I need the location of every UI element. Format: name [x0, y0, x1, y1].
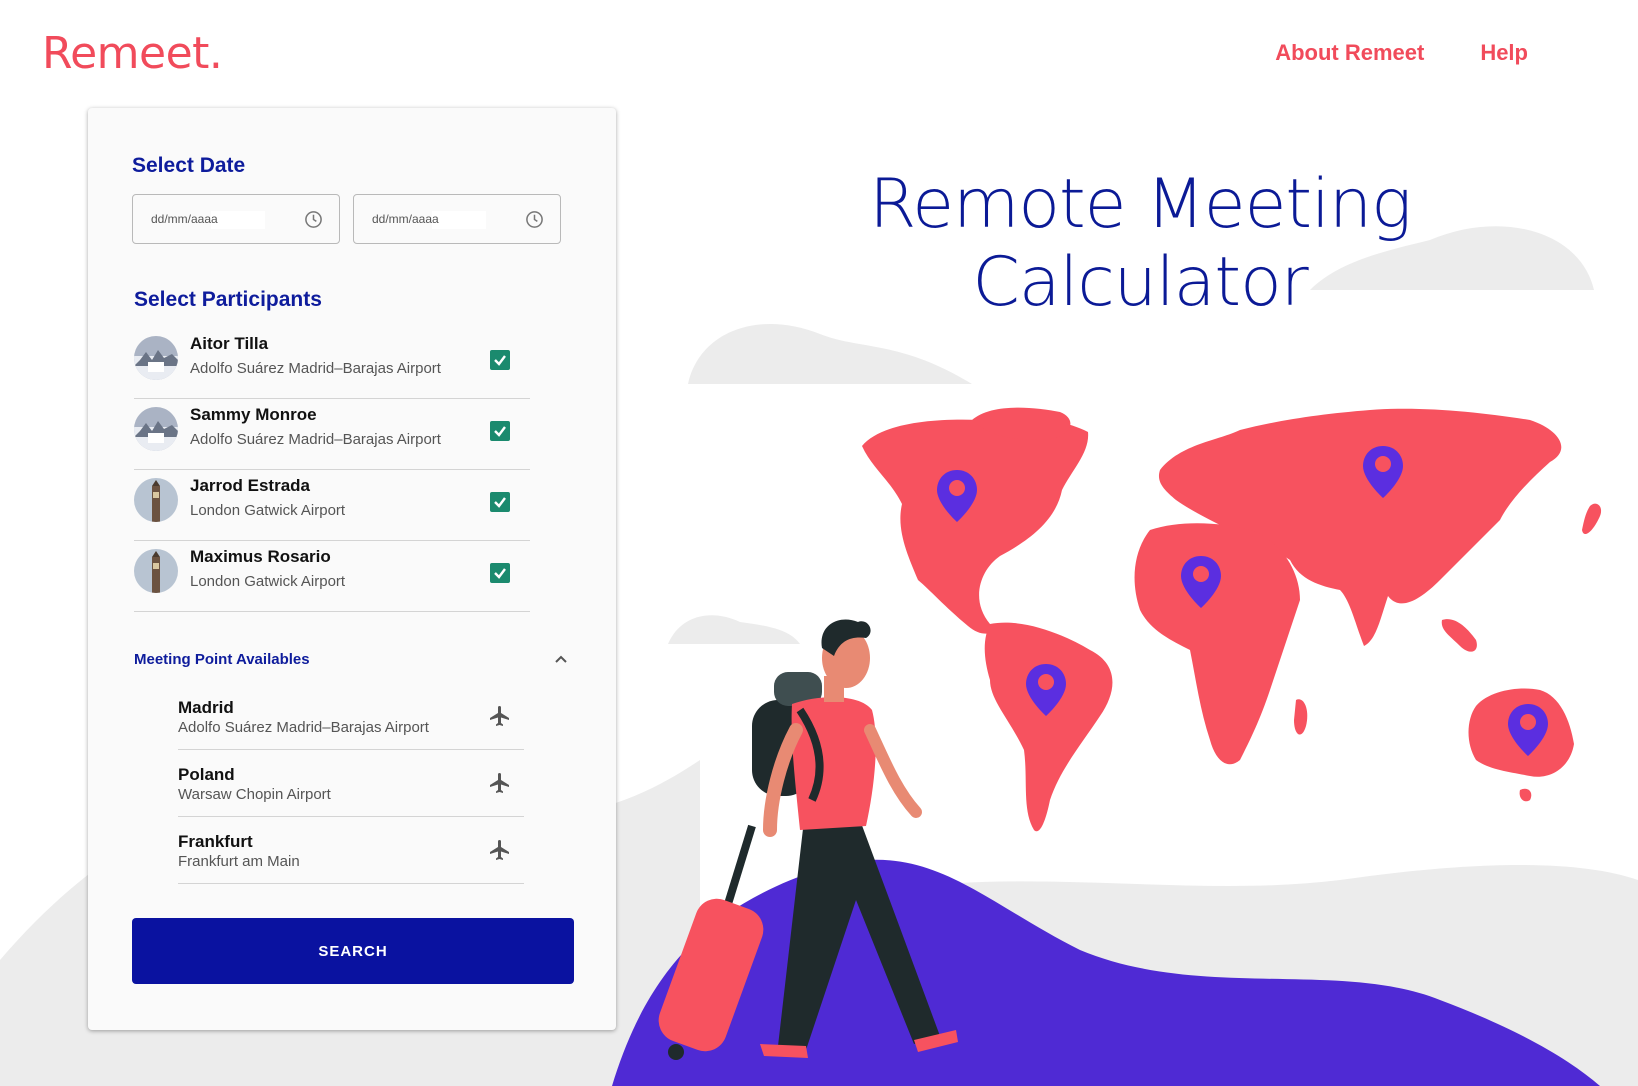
clock-icon[interactable] [304, 210, 323, 229]
participant-checkbox[interactable] [490, 350, 510, 370]
date-from-placeholder: dd/mm/aaaa [151, 212, 218, 226]
check-icon [494, 497, 506, 508]
participant-airport: Adolfo Suárez Madrid–Barajas Airport [190, 360, 441, 377]
meeting-point-city: Poland [178, 765, 235, 784]
participant-airport: London Gatwick Airport [190, 573, 346, 590]
meeting-points-title[interactable]: Meeting Point Availables [134, 651, 310, 668]
search-button[interactable]: SEARCH [132, 918, 574, 984]
participant-airport: London Gatwick Airport [190, 502, 346, 519]
avatar [134, 549, 178, 593]
meeting-point-city: Frankfurt [178, 832, 253, 851]
top-nav: About Remeet Help [1275, 40, 1528, 66]
avatar [134, 478, 178, 522]
check-icon [494, 568, 506, 579]
world-map [862, 407, 1602, 832]
select-date-title: Select Date [132, 154, 246, 177]
cloud [668, 615, 800, 644]
participant-row[interactable]: Aitor Tilla Adolfo Suárez Madrid–Barajas… [134, 324, 530, 399]
avatar [134, 336, 178, 380]
participant-name: Aitor Tilla [190, 334, 269, 353]
meeting-point-item[interactable]: Frankfurt Frankfurt am Main [178, 816, 524, 884]
participant-airport: Adolfo Suárez Madrid–Barajas Airport [190, 431, 441, 448]
chevron-up-icon[interactable] [552, 650, 570, 668]
meeting-search-card: Select Date dd/mm/aaaa dd/mm/aaaa Select… [88, 108, 616, 1030]
remeet-logo[interactable]: Remeet. [42, 28, 223, 79]
participant-checkbox[interactable] [490, 421, 510, 441]
date-field-highlight [211, 211, 265, 229]
meeting-point-airport: Frankfurt am Main [178, 853, 300, 870]
meeting-point-item[interactable]: Poland Warsaw Chopin Airport [178, 749, 524, 817]
help-link[interactable]: Help [1480, 40, 1528, 66]
hero-title-line-2: Calculator [972, 243, 1308, 322]
airplane-icon[interactable] [488, 771, 512, 795]
check-icon [494, 426, 506, 437]
meeting-point-airport: Adolfo Suárez Madrid–Barajas Airport [178, 719, 429, 736]
cloud [688, 323, 972, 384]
airplane-icon[interactable] [488, 704, 512, 728]
participant-checkbox[interactable] [490, 563, 510, 583]
hero-title-line-1: Remote Meeting [869, 165, 1412, 244]
meeting-point-city: Madrid [178, 698, 234, 717]
clock-icon[interactable] [525, 210, 544, 229]
about-link[interactable]: About Remeet [1275, 40, 1424, 66]
participant-row[interactable]: Sammy Monroe Adolfo Suárez Madrid–Baraja… [134, 395, 530, 470]
check-icon [494, 355, 506, 366]
participant-checkbox[interactable] [490, 492, 510, 512]
hero-title: Remote Meeting Calculator [860, 166, 1420, 322]
participant-name: Sammy Monroe [190, 405, 317, 424]
meeting-point-airport: Warsaw Chopin Airport [178, 786, 331, 803]
participant-row[interactable]: Maximus Rosario London Gatwick Airport [134, 537, 530, 612]
date-from-field[interactable]: dd/mm/aaaa [132, 194, 340, 244]
date-to-field[interactable]: dd/mm/aaaa [353, 194, 561, 244]
participant-row[interactable]: Jarrod Estrada London Gatwick Airport [134, 466, 530, 541]
airplane-icon[interactable] [488, 838, 512, 862]
meeting-point-item[interactable]: Madrid Adolfo Suárez Madrid–Barajas Airp… [178, 682, 524, 750]
participant-name: Maximus Rosario [190, 547, 331, 566]
date-to-placeholder: dd/mm/aaaa [372, 212, 439, 226]
avatar [134, 407, 178, 451]
date-field-highlight [432, 211, 486, 229]
participant-name: Jarrod Estrada [190, 476, 310, 495]
select-participants-title: Select Participants [134, 288, 322, 311]
